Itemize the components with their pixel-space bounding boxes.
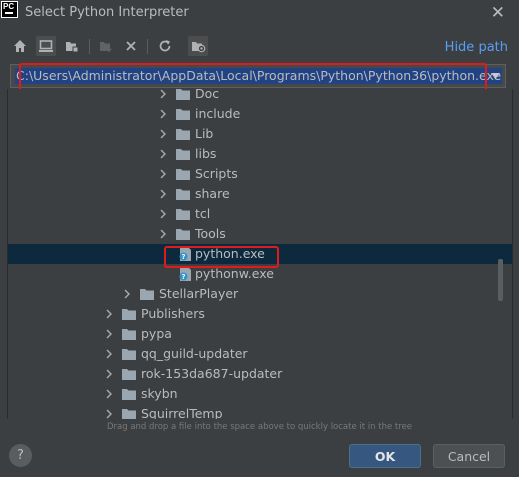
tree-item-label: Publishers (141, 306, 205, 321)
refresh-icon[interactable] (155, 36, 175, 56)
tree-item-label: libs (195, 146, 217, 161)
folder-icon (140, 289, 154, 300)
folder-icon (122, 389, 136, 400)
tree-item-label: Scripts (195, 166, 238, 181)
folder-icon (122, 369, 136, 380)
chevron-right-icon[interactable] (104, 348, 114, 360)
show-hidden-icon[interactable] (188, 36, 208, 56)
cancel-button[interactable]: Cancel (433, 444, 505, 468)
hide-path-link[interactable]: Hide path (445, 40, 508, 55)
folder-icon (122, 349, 136, 360)
tree-folder-row[interactable]: Publishers (8, 304, 512, 324)
svg-text:?: ? (181, 273, 185, 281)
project-icon[interactable] (62, 36, 82, 56)
tree-item-label: tcl (195, 206, 211, 221)
folder-icon (176, 89, 190, 100)
folder-icon (176, 189, 190, 200)
tree-folder-row[interactable]: tcl (8, 204, 512, 224)
toolbar-separator (89, 39, 90, 54)
tree-folder-row[interactable]: Scripts (8, 164, 512, 184)
tree-item-label: share (195, 186, 230, 201)
chevron-right-icon[interactable] (158, 89, 168, 100)
chevron-right-icon[interactable] (158, 148, 168, 160)
tree-item-label: qq_guild-updater (141, 346, 248, 361)
tree-folder-row[interactable]: qq_guild-updater (8, 344, 512, 364)
tree-item-label: pypa (141, 326, 172, 341)
tree-folder-row[interactable]: libs (8, 144, 512, 164)
tree-item-label: SquirrelTemp (141, 406, 223, 419)
desktop-icon[interactable] (36, 36, 56, 56)
tree-item-label: skybn (141, 386, 178, 401)
chevron-right-icon[interactable] (104, 388, 114, 400)
tree-folder-row[interactable]: share (8, 184, 512, 204)
folder-icon (122, 309, 136, 320)
chevron-right-icon[interactable] (158, 208, 168, 220)
toolbar: Hide path (0, 36, 519, 58)
folder-icon (176, 149, 190, 160)
chevron-right-icon[interactable] (122, 288, 132, 300)
title-bar: PC Select Python Interpreter ✕ (0, 0, 519, 28)
chevron-right-icon[interactable] (158, 168, 168, 180)
tree-folder-row[interactable]: include (8, 104, 512, 124)
help-button[interactable]: ? (9, 444, 32, 467)
home-icon[interactable] (10, 36, 30, 56)
chevron-right-icon[interactable] (158, 108, 168, 120)
folder-icon (176, 229, 190, 240)
folder-icon (176, 109, 190, 120)
toolbar-separator (147, 39, 148, 54)
unknown-file-icon: ? (179, 267, 191, 281)
tree-folder-row[interactable]: StellarPlayer (8, 284, 512, 304)
chevron-right-icon[interactable] (104, 408, 114, 419)
chevron-right-icon[interactable] (104, 328, 114, 340)
tree-folder-row[interactable]: Doc (8, 89, 512, 104)
chevron-right-icon[interactable] (104, 308, 114, 320)
pycharm-logo-icon: PC (1, 1, 18, 18)
chevron-right-icon[interactable] (158, 188, 168, 200)
tree-item-label: Doc (195, 89, 220, 101)
close-button[interactable]: ✕ (491, 3, 505, 23)
dialog-title: Select Python Interpreter (25, 5, 189, 20)
tree-item-label: include (195, 106, 241, 121)
tree-item-label: rok-153da687-updater (141, 366, 283, 381)
delete-icon[interactable] (121, 36, 141, 56)
path-history-dropdown[interactable] (485, 65, 505, 87)
folder-icon (122, 329, 136, 340)
tree-item-label: Tools (195, 226, 226, 241)
tree-folder-row[interactable]: Tools (8, 224, 512, 244)
tree-item-label: Lib (195, 126, 214, 141)
annotation-highlight-file (164, 246, 279, 268)
tree-item-label: StellarPlayer (159, 286, 239, 301)
tree-folder-row[interactable]: rok-153da687-updater (8, 364, 512, 384)
new-folder-icon[interactable] (96, 36, 116, 56)
tree-folder-row[interactable]: Lib (8, 124, 512, 144)
folder-icon (176, 209, 190, 220)
ok-button[interactable]: OK (349, 444, 421, 468)
tree-folder-row[interactable]: skybn (8, 384, 512, 404)
tree-item-label: pythonw.exe (195, 266, 274, 281)
folder-icon (176, 169, 190, 180)
chevron-right-icon[interactable] (158, 228, 168, 240)
chevron-right-icon[interactable] (104, 368, 114, 380)
chevron-right-icon[interactable] (158, 128, 168, 140)
tree-folder-row[interactable]: pypa (8, 324, 512, 344)
drag-drop-hint: Drag and drop a file into the space abov… (106, 422, 412, 432)
chevron-down-icon (491, 73, 500, 79)
tree-scrollbar[interactable] (498, 259, 503, 301)
folder-icon (122, 409, 136, 419)
folder-icon (176, 129, 190, 140)
tree-folder-row[interactable]: SquirrelTemp (8, 404, 512, 419)
